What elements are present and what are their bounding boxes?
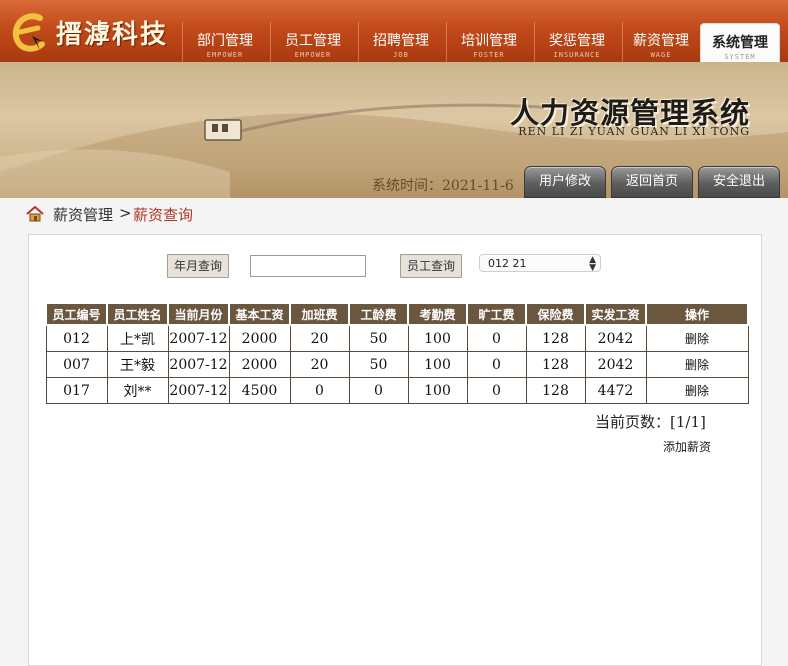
cell-emp-name: 王*毅	[106, 351, 169, 378]
column-header: 加班费	[289, 302, 350, 326]
cell-emp-name: 刘**	[106, 377, 169, 404]
edit-user-button[interactable]: 用户修改	[524, 166, 606, 198]
column-header: 考勤费	[407, 302, 468, 326]
employee-select-value: 012 21	[488, 257, 527, 270]
nav-item-training[interactable]: 培训管理 FOSTER	[446, 22, 531, 62]
employee-select[interactable]: 012 21 ▲ ▼	[479, 254, 601, 273]
brand-name: 搢滹科技	[56, 20, 169, 50]
cell-attendance: 100	[407, 351, 468, 378]
cell-insurance: 128	[525, 351, 586, 378]
cell-emp-id: 012	[45, 324, 108, 352]
cell-seniority: 50	[348, 324, 409, 352]
cell-base-salary: 2000	[228, 351, 291, 378]
nav-sublabel: JOB	[393, 51, 409, 59]
nav-label: 薪资管理	[633, 33, 689, 49]
system-time: 系统时间：2021-11-6	[372, 175, 514, 195]
nav-item-recruitment[interactable]: 招聘管理 JOB	[358, 22, 443, 62]
cell-base-salary: 2000	[228, 324, 291, 352]
nav-item-salary[interactable]: 薪资管理 WAGE	[622, 22, 699, 62]
system-time-label: 系统时间：	[372, 178, 442, 194]
table-row: 017 刘** 2007-12 4500 0 0 100 0 128 4472 …	[45, 377, 749, 404]
table-row: 012 上*凯 2007-12 2000 20 50 100 0 128 204…	[45, 324, 749, 352]
column-header: 员工编号	[45, 302, 108, 326]
delete-link[interactable]: 删除	[645, 377, 749, 404]
column-header: 员工姓名	[106, 302, 169, 326]
cell-emp-id: 017	[45, 377, 108, 404]
cell-emp-id: 007	[45, 351, 108, 378]
cell-net-pay: 2042	[584, 324, 647, 352]
cell-overtime: 0	[289, 377, 350, 404]
logout-button[interactable]: 安全退出	[698, 166, 780, 198]
cell-insurance: 128	[525, 377, 586, 404]
nav-sublabel: WAGE	[650, 51, 672, 59]
nav-sublabel: SYSTEM	[724, 53, 756, 61]
column-header: 操作	[645, 302, 749, 326]
breadcrumb-parent[interactable]: 薪资管理	[53, 204, 113, 225]
cell-seniority: 0	[348, 377, 409, 404]
column-header: 实发工资	[584, 302, 647, 326]
nav-label: 员工管理	[285, 33, 341, 49]
cell-attendance: 100	[407, 324, 468, 352]
nav-item-rewards[interactable]: 奖惩管理 INSURANCE	[534, 22, 619, 62]
employee-query-button[interactable]: 员工查询	[400, 254, 463, 278]
nav-sublabel: INSURANCE	[553, 51, 601, 59]
column-header: 基本工资	[228, 302, 291, 326]
cell-seniority: 50	[348, 351, 409, 378]
system-time-value: 2021-11-6	[442, 178, 514, 194]
content-panel: 年月查询 员工查询 012 21 ▲ ▼ 员工编号 员工姓名 当前月份 基本工资 …	[28, 234, 762, 666]
breadcrumb-current: 薪资查询	[133, 206, 194, 224]
delete-link[interactable]: 删除	[645, 351, 749, 378]
nav-sublabel: EMPOWER	[294, 51, 332, 59]
cell-overtime: 20	[289, 351, 350, 378]
logo-e-icon	[12, 13, 45, 52]
table-header-row: 员工编号 员工姓名 当前月份 基本工资 加班费 工龄费 考勤费 旷工费 保险费 …	[45, 302, 749, 326]
cell-insurance: 128	[525, 324, 586, 352]
page-indicator-label: 当前页数：	[595, 413, 671, 431]
header-banner: 人力资源管理系统 REN LI ZI YUAN GUAN LI XI TONG …	[0, 62, 788, 198]
salary-table: 员工编号 员工姓名 当前月份 基本工资 加班费 工龄费 考勤费 旷工费 保险费 …	[45, 302, 749, 404]
cell-attendance: 100	[407, 377, 468, 404]
nav-item-system[interactable]: 系统管理 SYSTEM	[700, 23, 780, 62]
breadcrumb-separator: >	[119, 204, 132, 222]
add-salary-link[interactable]: 添加薪资	[663, 438, 711, 455]
column-header: 旷工费	[466, 302, 527, 326]
nav-label: 培训管理	[461, 33, 517, 49]
top-nav-bar: 搢滹科技 部门管理 EMPOWER 员工管理 EMPOWER 招聘管理 JOB …	[0, 0, 788, 63]
nav-item-employee[interactable]: 员工管理 EMPOWER	[270, 22, 355, 62]
nav-label: 奖惩管理	[549, 33, 605, 49]
cell-month: 2007-12	[167, 351, 230, 378]
nav-sublabel: EMPOWER	[206, 51, 244, 59]
nav-sublabel: FOSTER	[473, 51, 505, 59]
cell-overtime: 20	[289, 324, 350, 352]
system-title-pinyin: REN LI ZI YUAN GUAN LI XI TONG	[518, 125, 750, 138]
nav-item-department[interactable]: 部门管理 EMPOWER	[182, 22, 267, 62]
page-indicator-value: [1/1]	[670, 413, 706, 431]
column-header: 工龄费	[348, 302, 409, 326]
cell-absence: 0	[466, 351, 527, 378]
cell-month: 2007-12	[167, 324, 230, 352]
delete-link[interactable]: 删除	[645, 324, 749, 352]
column-header: 保险费	[525, 302, 586, 326]
table-row: 007 王*毅 2007-12 2000 20 50 100 0 128 204…	[45, 351, 749, 378]
cell-net-pay: 2042	[584, 351, 647, 378]
nav-label: 部门管理	[197, 33, 253, 49]
select-arrows-icon: ▲ ▼	[589, 255, 596, 273]
cell-absence: 0	[466, 324, 527, 352]
page-indicator: 当前页数：[1/1]	[595, 411, 706, 432]
nav-label: 系统管理	[712, 35, 768, 51]
column-header: 当前月份	[167, 302, 230, 326]
month-query-button[interactable]: 年月查询	[167, 254, 230, 278]
cell-net-pay: 4472	[584, 377, 647, 404]
cell-absence: 0	[466, 377, 527, 404]
month-input[interactable]	[250, 255, 366, 277]
cell-emp-name: 上*凯	[106, 324, 169, 352]
return-home-button[interactable]: 返回首页	[611, 166, 693, 198]
nav-label: 招聘管理	[373, 33, 429, 49]
cell-month: 2007-12	[167, 377, 230, 404]
cell-base-salary: 4500	[228, 377, 291, 404]
home-icon[interactable]	[26, 206, 44, 222]
